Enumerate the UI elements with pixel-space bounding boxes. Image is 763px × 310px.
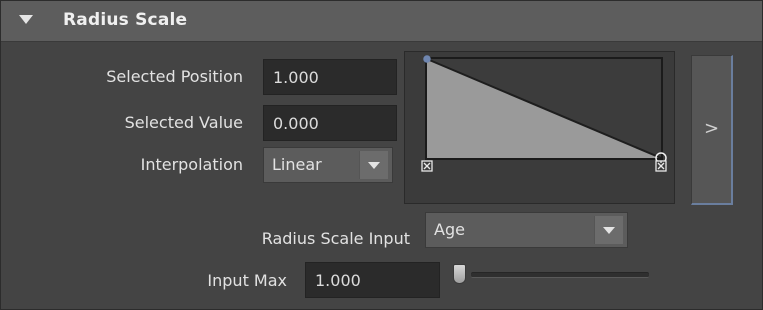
radius-scale-input-value: Age bbox=[434, 220, 465, 239]
input-max-label: Input Max bbox=[207, 271, 287, 290]
ramp-graph-svg[interactable] bbox=[405, 52, 676, 205]
input-max-slider-handle[interactable] bbox=[453, 264, 466, 284]
collapse-arrow-icon[interactable] bbox=[19, 15, 33, 24]
selected-value-label: Selected Value bbox=[124, 113, 243, 132]
input-max-slider-track[interactable] bbox=[471, 272, 649, 278]
interpolation-dropdown[interactable]: Linear bbox=[263, 147, 393, 183]
ramp-graph[interactable] bbox=[404, 51, 675, 204]
radius-scale-input-dropdown[interactable]: Age bbox=[425, 212, 628, 248]
selected-value-field[interactable]: 0.000 bbox=[263, 105, 397, 141]
radius-scale-input-label: Radius Scale Input bbox=[261, 229, 410, 248]
expand-ramp-button[interactable]: > bbox=[691, 55, 733, 205]
chevron-down-icon bbox=[368, 162, 380, 169]
section-header[interactable]: Radius Scale bbox=[1, 1, 762, 42]
interpolation-value: Linear bbox=[272, 155, 322, 174]
input-max-field[interactable]: 1.000 bbox=[305, 262, 440, 298]
radius-scale-input-dropdown-button[interactable] bbox=[594, 216, 623, 244]
selected-position-label: Selected Position bbox=[106, 67, 243, 86]
section-title: Radius Scale bbox=[63, 10, 188, 30]
interpolation-dropdown-button[interactable] bbox=[359, 151, 388, 179]
radius-scale-panel: Radius Scale Selected Position 1.000 Sel… bbox=[0, 0, 763, 310]
selected-position-field[interactable]: 1.000 bbox=[263, 59, 397, 95]
ramp-point-marker[interactable] bbox=[423, 55, 431, 63]
chevron-down-icon bbox=[603, 227, 615, 234]
interpolation-label: Interpolation bbox=[140, 155, 243, 174]
